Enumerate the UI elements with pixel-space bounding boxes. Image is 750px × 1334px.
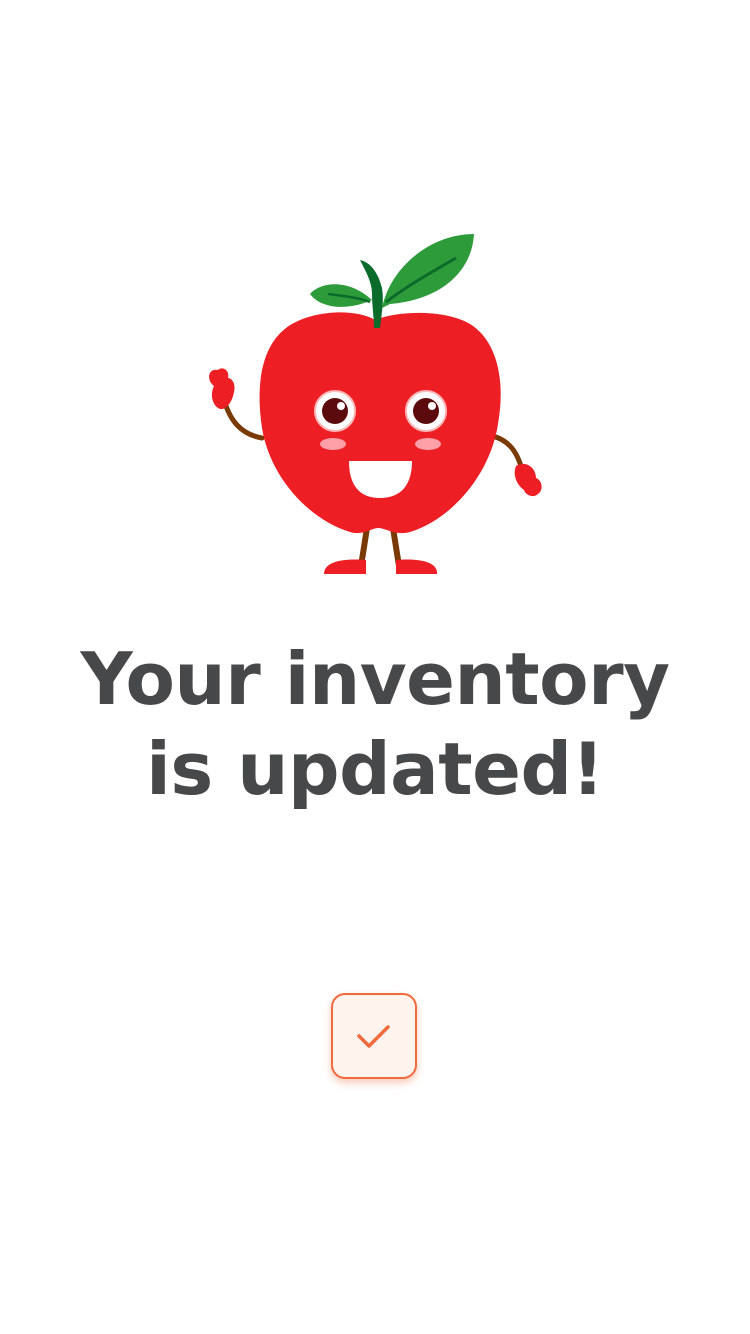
- inventory-updated-message: Your inventory is updated!: [0, 634, 750, 814]
- message-line-1: Your inventory: [80, 637, 670, 721]
- inventory-updated-screen: Your inventory is updated!: [0, 0, 750, 1334]
- apple-mascot-icon: [209, 234, 542, 574]
- message-line-2: is updated!: [146, 727, 604, 811]
- confirm-button[interactable]: [331, 993, 417, 1079]
- checkmark-icon: [357, 1025, 390, 1048]
